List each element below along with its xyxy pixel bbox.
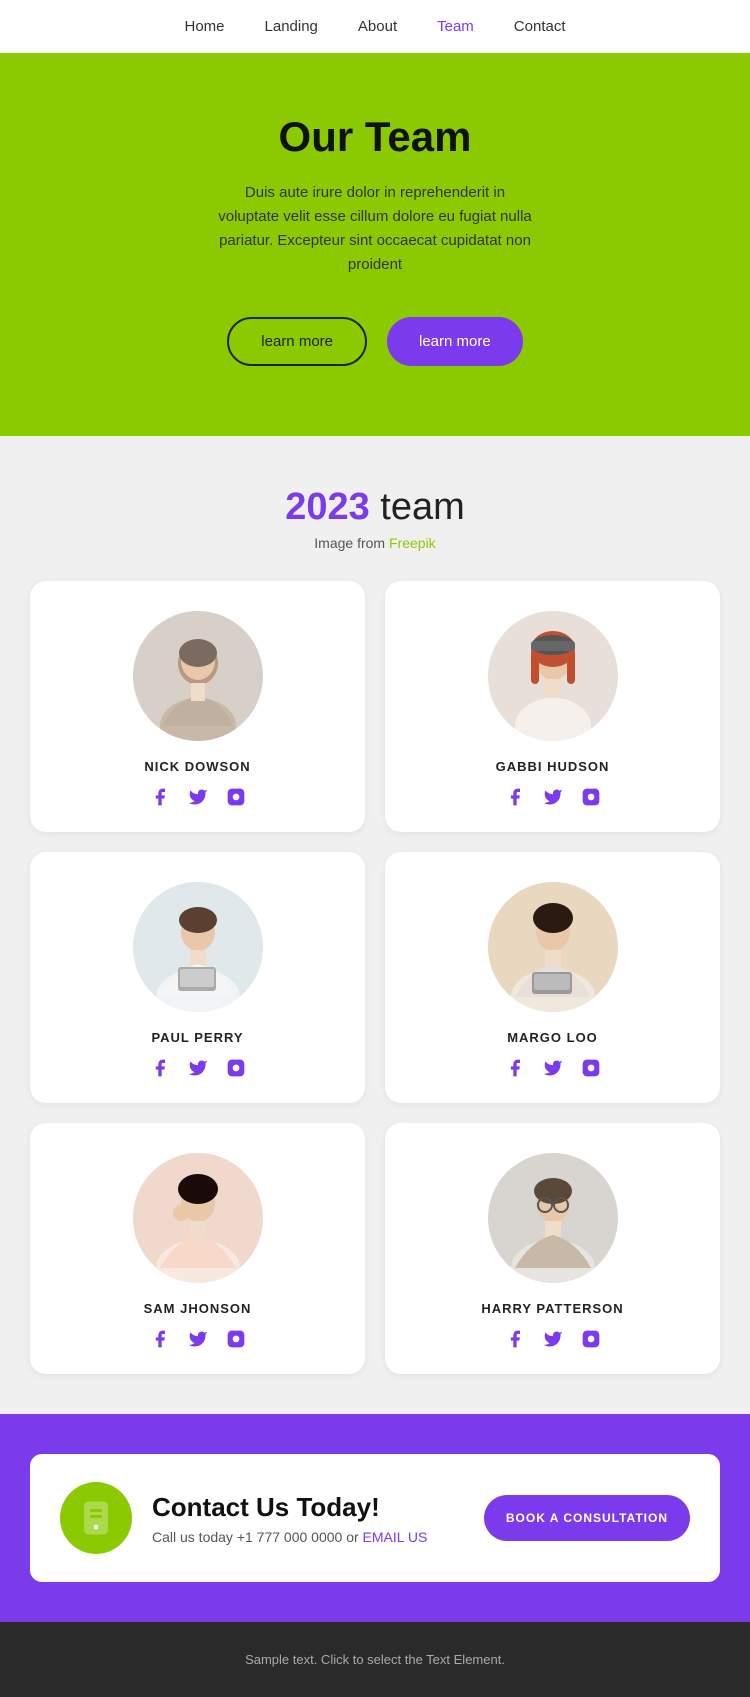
nav-team[interactable]: Team bbox=[437, 18, 474, 35]
avatar-margo bbox=[488, 882, 618, 1012]
twitter-icon-nick[interactable] bbox=[187, 786, 209, 808]
contact-text: Contact Us Today! Call us today +1 777 0… bbox=[152, 1492, 464, 1545]
hero-description: Duis aute irure dolor in reprehenderit i… bbox=[215, 181, 535, 277]
social-sam bbox=[50, 1328, 345, 1350]
social-nick bbox=[50, 786, 345, 808]
facebook-icon-harry[interactable] bbox=[504, 1328, 526, 1350]
instagram-icon-nick[interactable] bbox=[225, 786, 247, 808]
name-nick: NICK DOWSON bbox=[50, 759, 345, 774]
facebook-icon-sam[interactable] bbox=[149, 1328, 171, 1350]
team-card-gabbi: GABBI HUDSON bbox=[385, 581, 720, 832]
team-card-margo: MARGO LOO bbox=[385, 852, 720, 1103]
avatar-gabbi bbox=[488, 611, 618, 741]
phone-icon bbox=[78, 1500, 114, 1536]
contact-phone-text: Call us today +1 777 000 0000 or bbox=[152, 1529, 363, 1545]
team-heading: 2023 team bbox=[30, 486, 720, 529]
twitter-icon-gabbi[interactable] bbox=[542, 786, 564, 808]
social-gabbi bbox=[405, 786, 700, 808]
footer: Sample text. Click to select the Text El… bbox=[0, 1622, 750, 1697]
team-card-sam: SAM JHONSON bbox=[30, 1123, 365, 1374]
freepik-link[interactable]: Freepik bbox=[389, 535, 436, 551]
team-card-nick: NICK DOWSON bbox=[30, 581, 365, 832]
nav-about[interactable]: About bbox=[358, 18, 397, 35]
name-sam: SAM JHONSON bbox=[50, 1301, 345, 1316]
facebook-icon-paul[interactable] bbox=[149, 1057, 171, 1079]
nav-contact[interactable]: Contact bbox=[514, 18, 566, 35]
hero-section: Our Team Duis aute irure dolor in repreh… bbox=[0, 53, 750, 436]
instagram-icon-gabbi[interactable] bbox=[580, 786, 602, 808]
social-paul bbox=[50, 1057, 345, 1079]
team-year: 2023 bbox=[285, 486, 370, 528]
twitter-icon-paul[interactable] bbox=[187, 1057, 209, 1079]
name-gabbi: GABBI HUDSON bbox=[405, 759, 700, 774]
social-harry bbox=[405, 1328, 700, 1350]
instagram-icon-sam[interactable] bbox=[225, 1328, 247, 1350]
instagram-icon-margo[interactable] bbox=[580, 1057, 602, 1079]
contact-phone: Call us today +1 777 000 0000 or EMAIL U… bbox=[152, 1529, 464, 1545]
nav-home[interactable]: Home bbox=[185, 18, 225, 35]
contact-card: Contact Us Today! Call us today +1 777 0… bbox=[30, 1454, 720, 1582]
hero-title: Our Team bbox=[80, 113, 670, 161]
name-margo: MARGO LOO bbox=[405, 1030, 700, 1045]
avatar-harry bbox=[488, 1153, 618, 1283]
name-paul: PAUL PERRY bbox=[50, 1030, 345, 1045]
facebook-icon-margo[interactable] bbox=[504, 1057, 526, 1079]
twitter-icon-sam[interactable] bbox=[187, 1328, 209, 1350]
instagram-icon-harry[interactable] bbox=[580, 1328, 602, 1350]
team-grid: NICK DOWSON bbox=[30, 581, 720, 1374]
hero-buttons: learn more learn more bbox=[80, 317, 670, 366]
team-word: team bbox=[370, 486, 465, 528]
learn-more-filled-button[interactable]: learn more bbox=[387, 317, 523, 366]
avatar-nick bbox=[133, 611, 263, 741]
email-us-link[interactable]: EMAIL US bbox=[363, 1529, 428, 1545]
team-section: 2023 team Image from Freepik NICK DOWSON bbox=[0, 436, 750, 1414]
footer-text: Sample text. Click to select the Text El… bbox=[245, 1652, 505, 1667]
team-card-paul: PAUL PERRY bbox=[30, 852, 365, 1103]
facebook-icon-nick[interactable] bbox=[149, 786, 171, 808]
twitter-icon-harry[interactable] bbox=[542, 1328, 564, 1350]
team-subtext-prefix: Image from bbox=[314, 535, 389, 551]
twitter-icon-margo[interactable] bbox=[542, 1057, 564, 1079]
team-subtext: Image from Freepik bbox=[30, 535, 720, 551]
facebook-icon-gabbi[interactable] bbox=[504, 786, 526, 808]
navigation: Home Landing About Team Contact bbox=[0, 0, 750, 53]
avatar-sam bbox=[133, 1153, 263, 1283]
social-margo bbox=[405, 1057, 700, 1079]
contact-section: Contact Us Today! Call us today +1 777 0… bbox=[0, 1414, 750, 1622]
learn-more-outline-button[interactable]: learn more bbox=[227, 317, 367, 366]
avatar-paul bbox=[133, 882, 263, 1012]
book-consultation-button[interactable]: BOOK A CONSULTATION bbox=[484, 1495, 690, 1541]
contact-title: Contact Us Today! bbox=[152, 1492, 464, 1523]
instagram-icon-paul[interactable] bbox=[225, 1057, 247, 1079]
name-harry: HARRY PATTERSON bbox=[405, 1301, 700, 1316]
team-card-harry: HARRY PATTERSON bbox=[385, 1123, 720, 1374]
phone-icon-circle bbox=[60, 1482, 132, 1554]
nav-landing[interactable]: Landing bbox=[265, 18, 318, 35]
